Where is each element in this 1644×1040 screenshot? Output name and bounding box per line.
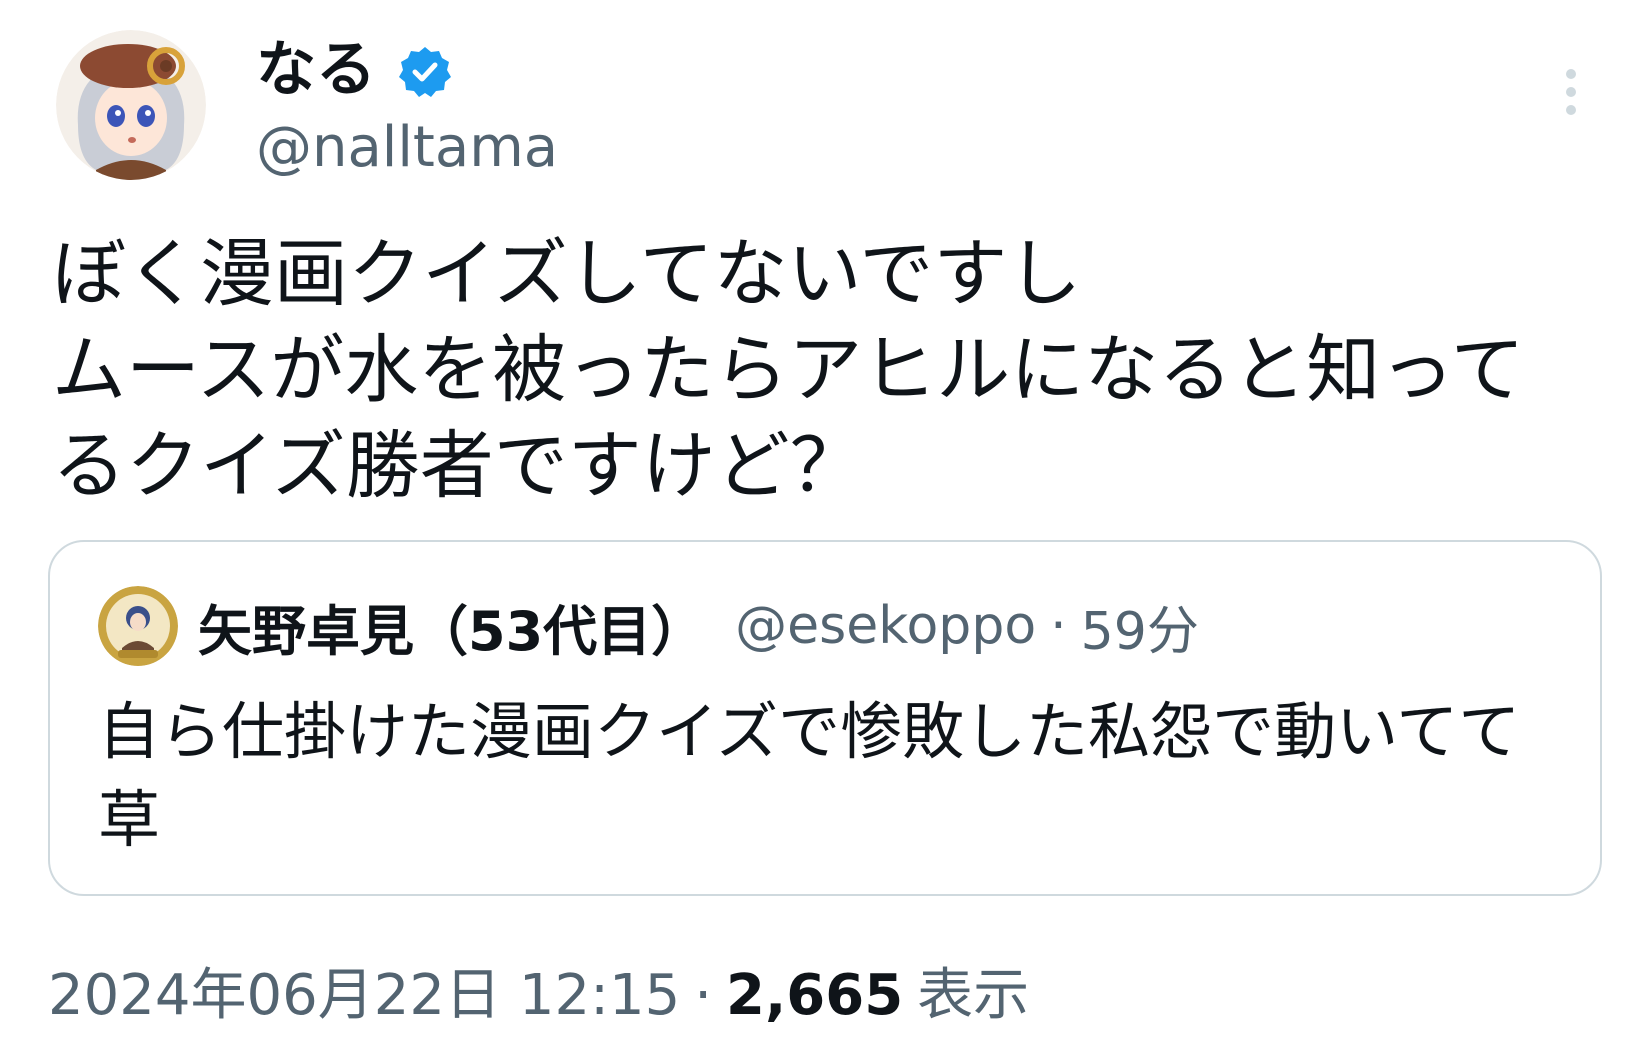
anime-girl-avatar-icon [56, 30, 206, 180]
quote-header: 矢野卓見（53代目） @esekoppo · 59分 [198, 586, 1199, 666]
quote-avatar[interactable] [98, 586, 178, 666]
quote-text-line: 草 [98, 783, 161, 856]
author-display-name[interactable]: なる [256, 34, 376, 106]
tweet-text-line: るクイズ勝者ですけど？ [52, 423, 864, 509]
more-vertical-icon[interactable] [1556, 66, 1586, 126]
tweet-date[interactable]: 2024年06月22日 12:15 [48, 962, 680, 1030]
verified-badge-icon [398, 43, 452, 97]
quote-text: 自ら仕掛けた漫画クイズで惨敗した私怨で動いてて 草 [98, 688, 1568, 864]
author-handle[interactable]: @nalltama [256, 114, 558, 182]
gold-badge-avatar-icon [98, 586, 178, 666]
tweet-text-line: ムースが水を被ったらアヒルになると知って [52, 327, 1525, 413]
avatar[interactable] [56, 30, 206, 180]
tweet-text-line: ぼく漫画クイズしてないですし [52, 231, 1082, 317]
quote-time[interactable]: 59分 [1081, 589, 1199, 664]
quote-handle[interactable]: @esekoppo [735, 596, 1036, 656]
tweet-meta: 2024年06月22日 12:15 · 2,665 表示 [48, 962, 1029, 1030]
views-count: 2,665 [726, 963, 904, 1028]
quote-tweet-card[interactable]: 矢野卓見（53代目） @esekoppo · 59分 自ら仕掛けた漫画クイズで惨… [48, 540, 1602, 896]
quote-text-line: 自ら仕掛けた漫画クイズで惨敗した私怨で動いてて [98, 695, 1521, 768]
tweet-text: ぼく漫画クイズしてないですし ムースが水を被ったらアヒルになると知って るクイズ… [52, 226, 1612, 514]
quote-display-name[interactable]: 矢野卓見（53代目） [198, 587, 705, 666]
author-name-row[interactable]: なる [256, 34, 452, 106]
views-label: 表示 [917, 963, 1030, 1028]
meta-separator: · [694, 963, 713, 1028]
quote-separator: · [1050, 596, 1067, 656]
